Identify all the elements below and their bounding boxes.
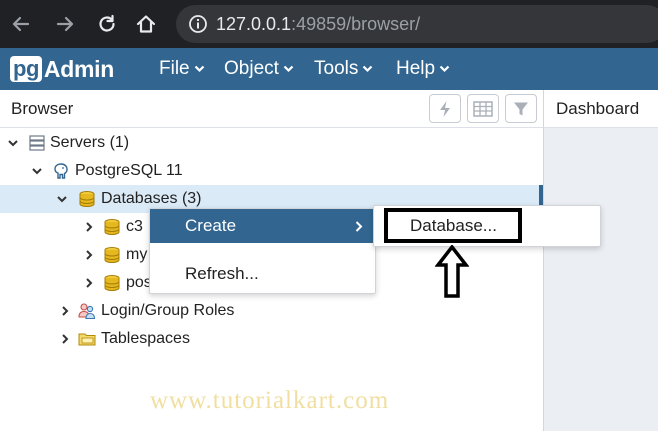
context-menu-refresh[interactable]: Refresh... <box>150 257 375 291</box>
menu-tools[interactable]: Tools <box>314 48 373 90</box>
chevron-down-icon <box>439 65 450 73</box>
chevron-right-icon[interactable] <box>83 277 95 289</box>
tree-node-servers[interactable]: Servers (1) <box>0 129 543 157</box>
menu-object-label: Object <box>224 58 279 79</box>
reload-icon <box>99 14 115 32</box>
context-menu-refresh-label: Refresh... <box>185 264 259 283</box>
elephant-icon <box>54 163 68 179</box>
database-icon <box>104 247 120 264</box>
chevron-right-icon[interactable] <box>59 305 71 317</box>
view-data-button[interactable] <box>467 94 499 123</box>
tree-label-database: c3 <box>126 218 143 235</box>
chevron-down-icon[interactable] <box>56 193 68 205</box>
chevron-right-icon[interactable] <box>83 249 95 261</box>
browser-chrome: 127.0.0.1:49859/browser/ <box>0 0 658 48</box>
database-icon <box>104 219 120 236</box>
users-icon <box>78 303 96 320</box>
back-button[interactable] <box>6 10 34 38</box>
chevron-down-icon[interactable] <box>7 137 19 149</box>
url-host: 127.0.0.1 <box>216 14 292 34</box>
chevron-down-icon <box>363 65 373 73</box>
tree-label-databases: Databases (3) <box>101 190 202 207</box>
tree-label-database: my <box>126 246 148 263</box>
logo-pg: pg <box>10 56 42 82</box>
tree-label-tablespaces: Tablespaces <box>101 330 190 347</box>
dashboard-tab-label: Dashboard <box>556 99 640 118</box>
tree-node-postgresql[interactable]: PostgreSQL 11 <box>0 157 543 185</box>
forward-arrow-icon <box>56 16 74 32</box>
browser-panel-title[interactable]: Browser <box>11 99 73 119</box>
chevron-right-icon[interactable] <box>83 221 95 233</box>
address-bar[interactable]: 127.0.0.1:49859/browser/ <box>176 5 658 43</box>
server-group-icon <box>29 135 45 151</box>
tree-node-tablespaces[interactable]: Tablespaces <box>0 325 543 353</box>
pgadmin-navbar: pg Admin File Object Tools Help <box>0 48 658 90</box>
filter-button[interactable] <box>505 94 537 123</box>
context-menu-create[interactable]: Create <box>150 209 375 243</box>
url-text[interactable]: 127.0.0.1:49859/browser/ <box>216 14 420 34</box>
chevron-down-icon <box>283 65 294 73</box>
menu-object[interactable]: Object <box>224 48 294 90</box>
menu-help-label: Help <box>396 58 436 79</box>
home-button[interactable] <box>132 10 160 38</box>
database-icon <box>104 275 120 292</box>
reload-button[interactable] <box>93 10 121 38</box>
url-path: :49859/browser/ <box>291 14 421 34</box>
back-arrow-icon <box>12 16 30 32</box>
forward-button[interactable] <box>52 10 80 38</box>
annotation-up-arrow-icon <box>435 245 469 298</box>
tree-label-database: pos <box>126 274 152 291</box>
annotation-highlight-box <box>384 208 522 243</box>
dashboard-panel: Dashboard <box>543 90 658 431</box>
tab-dashboard[interactable]: Dashboard <box>544 90 658 128</box>
chevron-right-icon[interactable] <box>59 333 71 345</box>
tree-label-postgresql: PostgreSQL 11 <box>75 162 183 179</box>
folder-icon <box>78 333 96 346</box>
watermark-text: www.tutorialkart.com <box>150 387 390 414</box>
home-icon <box>136 15 156 33</box>
menu-tools-label: Tools <box>314 58 359 79</box>
menu-file[interactable]: File <box>159 48 205 90</box>
tree-label-login-roles: Login/Group Roles <box>101 302 235 319</box>
chevron-down-icon <box>194 65 204 73</box>
info-icon[interactable] <box>188 14 208 34</box>
lightning-icon <box>440 100 450 117</box>
menu-file-label: File <box>159 58 190 79</box>
menu-help[interactable]: Help <box>396 48 450 90</box>
pgadmin-logo[interactable]: pg Admin <box>10 55 114 83</box>
query-tool-button[interactable] <box>429 94 461 123</box>
context-menu: Create Refresh... <box>149 208 376 294</box>
browser-panel-header: Browser <box>0 90 543 128</box>
tree-label-servers: Servers (1) <box>50 134 130 151</box>
filter-icon <box>514 102 528 115</box>
context-menu-create-label: Create <box>185 216 237 235</box>
tree-node-login-roles[interactable]: Login/Group Roles <box>0 297 543 325</box>
table-grid-icon <box>473 100 493 117</box>
database-icon <box>79 191 95 208</box>
logo-admin: Admin <box>43 55 114 82</box>
chevron-down-icon[interactable] <box>31 165 43 177</box>
chevron-right-icon <box>355 221 363 232</box>
